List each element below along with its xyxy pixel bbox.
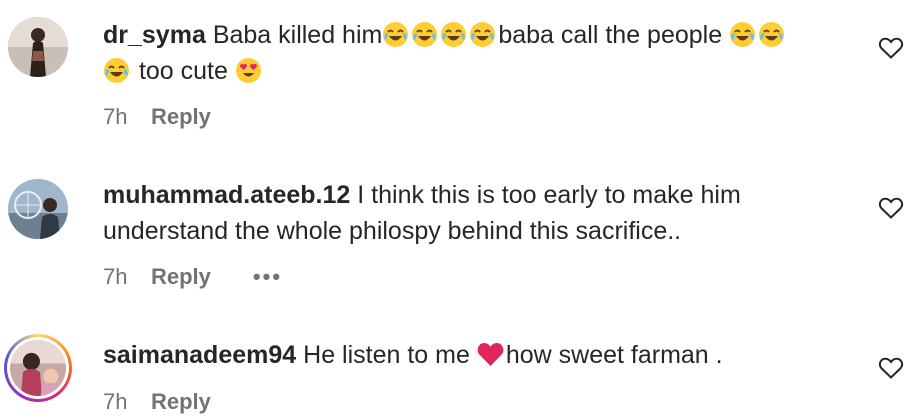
comment-text: saimanadeem94 He listen to me how sweet … [103, 337, 823, 373]
reply-button[interactable]: Reply [151, 104, 211, 129]
reply-button[interactable]: Reply [151, 264, 211, 289]
face-with-tears-of-joy-icon [729, 21, 756, 48]
avatar [10, 340, 66, 396]
comment-body-part: baba call the people [498, 21, 730, 49]
comment-body-part: understand the whole philospy behind thi… [103, 217, 682, 245]
like-heart-icon[interactable] [878, 36, 904, 60]
avatar-inner [7, 337, 69, 399]
comment-meta: 7h Reply ••• [103, 262, 282, 292]
avatar-story-ring[interactable] [4, 334, 72, 402]
avatar[interactable] [8, 17, 68, 77]
username[interactable]: muhammad.ateeb.12 [103, 181, 350, 209]
comment-meta: 7h Reply [103, 387, 211, 417]
smiling-face-with-heart-eyes-icon [235, 57, 262, 84]
timestamp: 7h [103, 389, 128, 414]
comment-meta: 7h Reply [103, 102, 211, 132]
like-heart-icon[interactable] [878, 196, 904, 220]
username[interactable]: dr_syma [103, 21, 206, 49]
avatar[interactable] [8, 179, 68, 239]
comment-text: dr_syma Baba killed him baba call the peo… [103, 17, 823, 89]
comment-text: muhammad.ateeb.12 I think this is too ea… [103, 177, 823, 249]
face-with-tears-of-joy-icon [411, 21, 438, 48]
more-options-icon[interactable]: ••• [253, 262, 282, 292]
comment-body-part: Baba killed him [212, 21, 383, 49]
like-heart-icon[interactable] [878, 356, 904, 380]
face-with-tears-of-joy-icon [103, 57, 130, 84]
comment-body-part: I think this is too early to make him [357, 181, 741, 209]
reply-button[interactable]: Reply [151, 389, 211, 414]
red-heart-icon [477, 341, 504, 368]
face-with-tears-of-joy-icon [440, 21, 467, 48]
face-with-tears-of-joy-icon [469, 21, 496, 48]
face-with-tears-of-joy-icon [758, 21, 785, 48]
timestamp: 7h [103, 104, 128, 129]
comment-body-part: how sweet farman . [505, 341, 723, 369]
comment-body-part: He listen to me [303, 341, 477, 369]
timestamp: 7h [103, 264, 128, 289]
face-with-tears-of-joy-icon [382, 21, 409, 48]
username[interactable]: saimanadeem94 [103, 341, 296, 369]
comment-body-part: too cute [132, 57, 235, 85]
